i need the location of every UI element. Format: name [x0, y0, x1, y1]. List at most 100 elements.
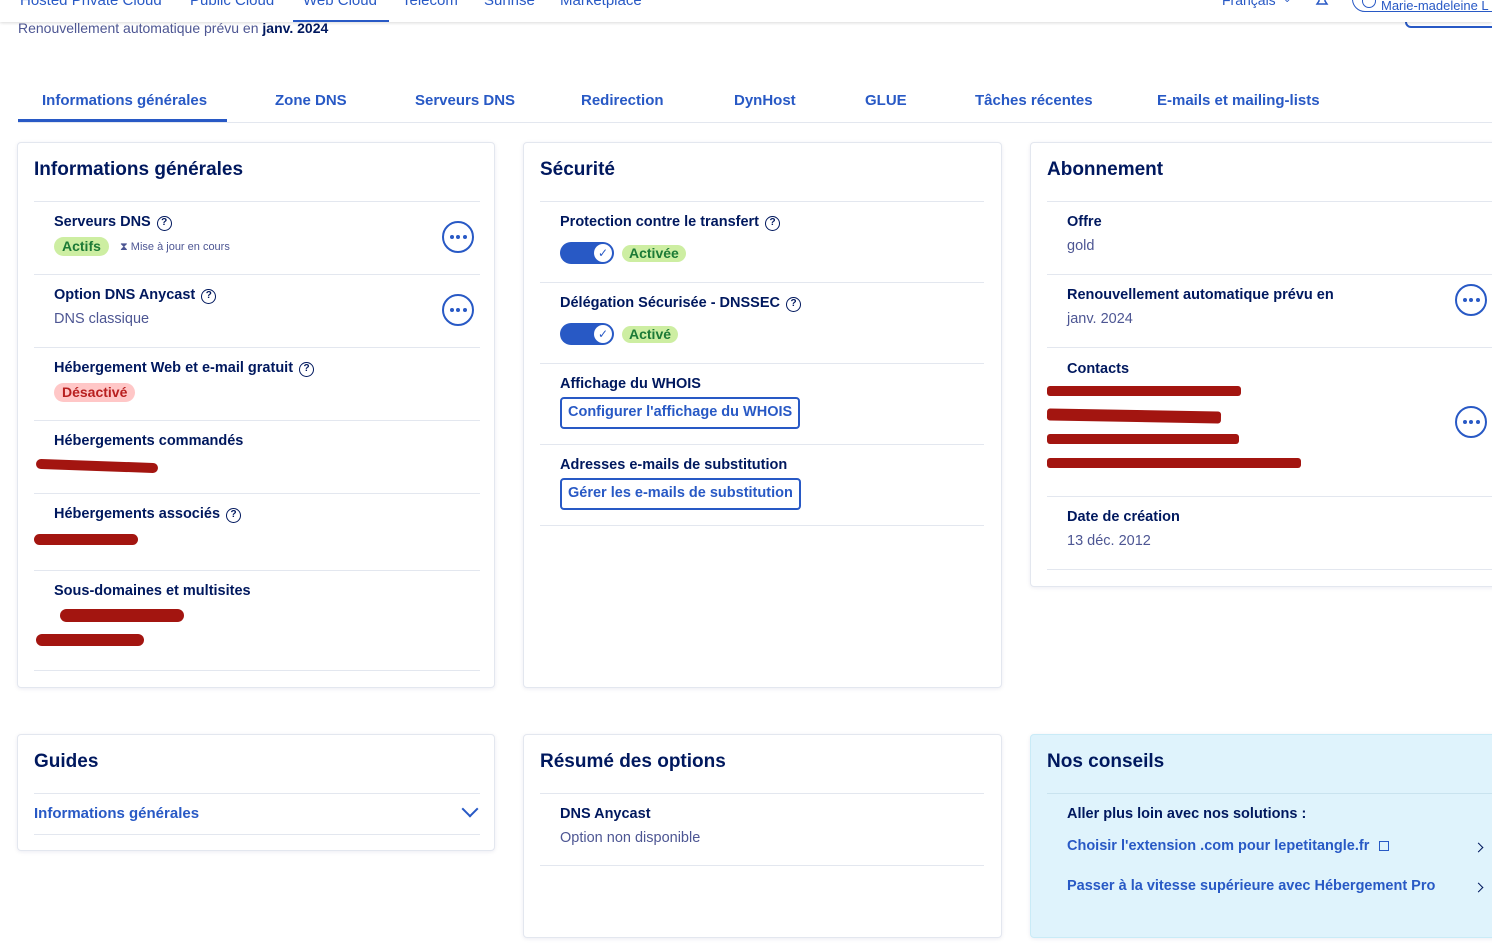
subdomains-label: Sous-domaines et multisites [54, 583, 251, 599]
general-info-card: Informations générales Serveurs DNS? Act… [17, 142, 495, 688]
free-hosting-row: Hébergement Web et e-mail gratuit? Désac… [34, 347, 480, 420]
dnssec-toggle[interactable]: ✓ [560, 323, 614, 345]
substitution-emails-row: Adresses e-mails de substitution Gérer l… [540, 444, 984, 525]
hourglass-icon: ⧗ [120, 241, 128, 253]
guide-link-general-info[interactable]: Informations générales [34, 805, 199, 822]
divider [1047, 569, 1492, 570]
tip-link-extension[interactable]: Choisir l'extension .com pour lepetitang… [1067, 838, 1390, 854]
card-title: Résumé des options [540, 751, 726, 772]
status-badge: Activé [622, 326, 679, 343]
chevron-right-icon[interactable] [1473, 882, 1484, 893]
configure-whois-button[interactable]: Configurer l'affichage du WHOIS [560, 397, 801, 429]
tab-glue[interactable]: GLUE [865, 92, 907, 109]
divider [540, 525, 984, 526]
external-link-icon [1379, 841, 1390, 851]
contacts-label: Contacts [1067, 361, 1130, 377]
chevron-right-icon[interactable] [1473, 842, 1484, 853]
substitution-emails-label: Adresses e-mails de substitution [560, 457, 788, 473]
nav-public-cloud[interactable]: Public Cloud [190, 0, 274, 9]
dns-servers-actions-button[interactable] [442, 221, 474, 253]
redaction-mark [1047, 386, 1241, 396]
tab-emails[interactable]: E-mails et mailing-lists [1157, 92, 1320, 109]
tip-link-hosting-pro[interactable]: Passer à la vitesse supérieure avec Hébe… [1067, 878, 1435, 894]
nav-sunrise[interactable]: Sunrise [484, 0, 535, 9]
chevron-down-icon: ⌄ [1283, 0, 1291, 5]
nav-web-cloud[interactable]: Web Cloud [293, 0, 389, 22]
offer-value: gold [1067, 238, 1095, 254]
anycast-value: DNS classique [54, 311, 150, 327]
creation-date-label: Date de création [1067, 509, 1180, 525]
tab-dns-zone[interactable]: Zone DNS [275, 92, 347, 109]
status-badge: Actifs [54, 237, 109, 256]
hostings-associated-label: Hébergements associés? [54, 506, 242, 523]
redaction-mark [1047, 434, 1239, 444]
redaction-mark [34, 534, 138, 545]
renewal-actions-button[interactable] [1455, 284, 1487, 316]
anycast-actions-button[interactable] [442, 294, 474, 326]
tips-content: Aller plus loin avec nos solutions : Cho… [1047, 793, 1492, 923]
redaction-mark [36, 634, 144, 646]
transfer-protection-label: Protection contre le transfert? [560, 214, 781, 231]
hostings-associated-row: Hébergements associés? [34, 493, 480, 570]
tab-recent-tasks[interactable]: Tâches récentes [975, 92, 1093, 109]
dns-servers-row: Serveurs DNS? Actifs ⧗ Mise à jour en co… [34, 201, 480, 274]
card-title: Abonnement [1047, 159, 1164, 180]
subdomains-row: Sous-domaines et multisites [34, 570, 480, 670]
transfer-protection-toggle[interactable]: ✓ [560, 242, 614, 264]
help-icon[interactable]: ? [765, 216, 781, 231]
nav-marketplace[interactable]: Marketplace [560, 0, 642, 9]
card-title: Sécurité [540, 159, 615, 180]
top-navigation: Hosted Private Cloud Public Cloud Web Cl… [0, 0, 1492, 22]
card-title: Informations générales [34, 159, 244, 180]
anycast-row: Option DNS Anycast? DNS classique [34, 274, 480, 347]
dns-servers-label: Serveurs DNS? [54, 214, 172, 231]
renewal-prefix: Renouvellement automatique prévu en [18, 20, 259, 36]
free-hosting-label: Hébergement Web et e-mail gratuit? [54, 360, 315, 377]
language-selector[interactable]: Français [1222, 0, 1276, 8]
tips-card: Nos conseils Aller plus loin avec nos so… [1030, 734, 1492, 938]
domain-tabs: Informations générales Zone DNS Serveurs… [18, 86, 1492, 123]
transfer-protection-row: Protection contre le transfert? ✓ Activé… [540, 201, 984, 282]
card-title: Guides [34, 751, 99, 772]
creation-date-value: 13 déc. 2012 [1067, 533, 1151, 549]
card-title: Nos conseils [1047, 751, 1165, 772]
offer-label: Offre [1067, 214, 1102, 230]
anycast-label: Option DNS Anycast? [54, 287, 217, 304]
options-anycast-row: DNS Anycast Option non disponible [540, 793, 984, 866]
user-menu-button[interactable]: Marie-madeleine L [1352, 0, 1492, 13]
help-icon[interactable]: ? [201, 289, 217, 304]
help-icon[interactable]: ? [299, 362, 315, 377]
help-icon[interactable]: ? [156, 216, 172, 231]
redaction-mark [1046, 408, 1222, 424]
bell-icon[interactable] [1314, 0, 1330, 6]
renewal-value: janv. 2024 [1067, 311, 1133, 327]
contacts-row: Contacts [1046, 347, 1492, 496]
hostings-ordered-row: Hébergements commandés [34, 420, 480, 493]
contacts-actions-button[interactable] [1455, 406, 1487, 438]
check-icon: ✓ [594, 244, 612, 262]
help-icon[interactable]: ? [226, 508, 242, 523]
offer-row: Offre gold [1047, 201, 1492, 274]
status-badge: Activée [622, 245, 686, 262]
nav-hosted-private-cloud[interactable]: Hosted Private Cloud [20, 0, 162, 9]
nav-telecom[interactable]: Telecom [402, 0, 458, 9]
update-status: ⧗ Mise à jour en cours [120, 241, 230, 253]
tips-subtitle: Aller plus loin avec nos solutions : [1067, 806, 1307, 822]
renewal-row: Renouvellement automatique prévu en janv… [1047, 274, 1492, 347]
renewal-label: Renouvellement automatique prévu en [1067, 287, 1334, 303]
options-anycast-value: Option non disponible [560, 830, 701, 846]
status-badge: Désactivé [54, 383, 136, 402]
tab-general-info[interactable]: Informations générales [42, 92, 207, 109]
help-icon[interactable]: ? [786, 297, 801, 312]
renewal-info: Renouvellement automatique prévu en janv… [18, 20, 328, 36]
whois-row: Affichage du WHOIS Configurer l'affichag… [540, 363, 984, 444]
tab-dynhost[interactable]: DynHost [734, 92, 796, 109]
manage-emails-button[interactable]: Gérer les e-mails de substitution [560, 478, 801, 510]
check-icon: ✓ [594, 325, 612, 343]
options-anycast-label: DNS Anycast [560, 806, 651, 822]
subscription-card: Abonnement Offre gold Renouvellement aut… [1030, 142, 1492, 587]
dnssec-label: Délégation Sécurisée - DNSSEC? [560, 295, 801, 312]
whois-label: Affichage du WHOIS [560, 376, 701, 392]
tab-dns-servers[interactable]: Serveurs DNS [415, 92, 515, 109]
tab-redirection[interactable]: Redirection [581, 92, 664, 109]
